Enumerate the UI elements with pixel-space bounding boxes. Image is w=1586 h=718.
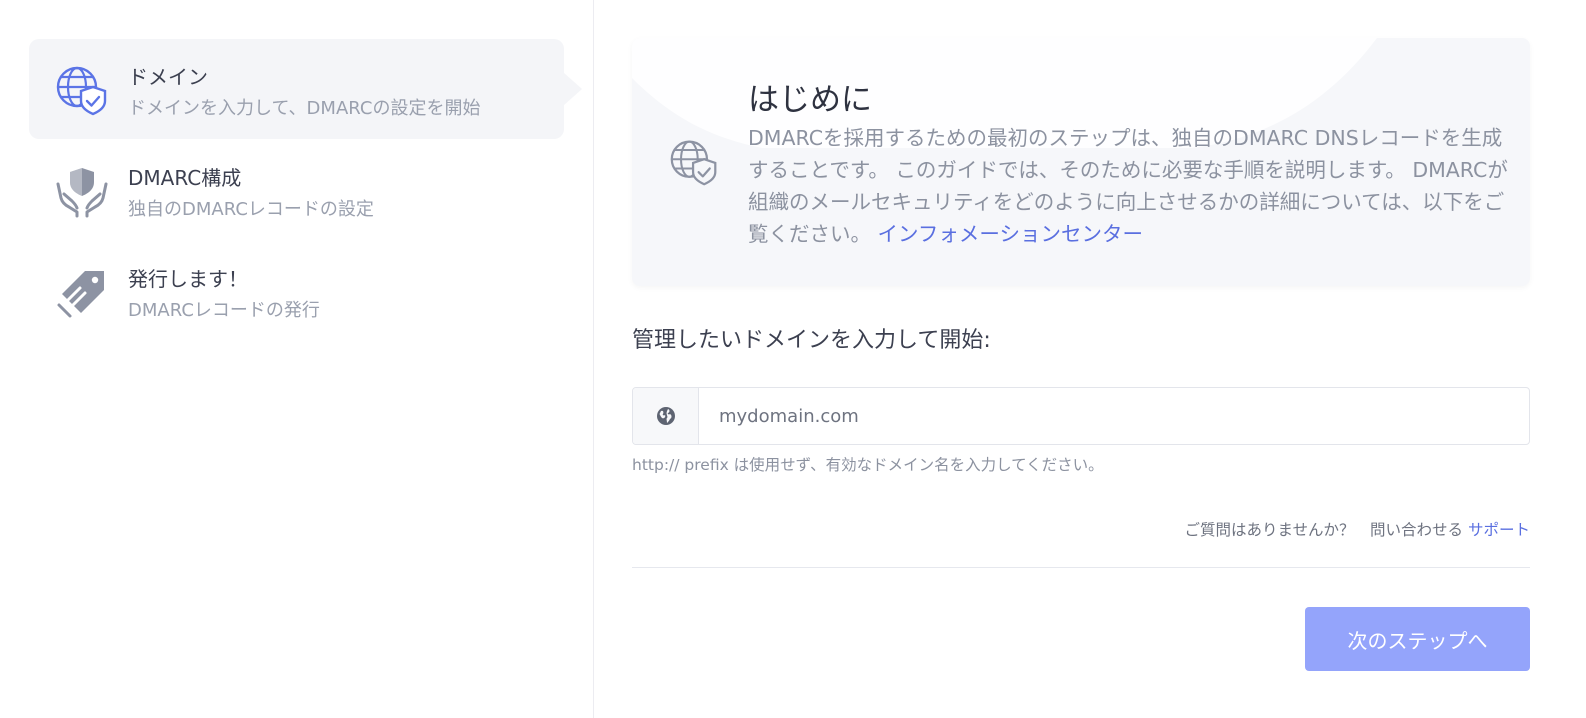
step-domain-subtitle: ドメインを入力して、DMARCの設定を開始 [128, 98, 481, 119]
hands-shield-icon [56, 168, 108, 218]
step-domain[interactable]: ドメイン ドメインを入力して、DMARCの設定を開始 [29, 39, 582, 139]
step-publish[interactable]: 発行します！ DMARCレコードの発行 [29, 241, 564, 341]
step-dmarc-config[interactable]: DMARC構成 独自のDMARCレコードの設定 [29, 140, 564, 240]
step-publish-title: 発行します！ [128, 267, 248, 291]
domain-input-addon [633, 388, 699, 444]
domain-input[interactable] [700, 388, 1529, 444]
wizard-sidebar: ドメイン ドメインを入力して、DMARCの設定を開始 DMARC構成 独自のDM… [0, 0, 594, 718]
support-question: ご質問はありませんか？ 問い合わせる サポート [1185, 518, 1530, 540]
step-dmarc-config-subtitle: 独自のDMARCレコードの設定 [128, 199, 374, 220]
tag-icon [57, 271, 104, 318]
support-link[interactable]: サポート [1468, 521, 1530, 539]
step-dmarc-config-title: DMARC構成 [128, 166, 242, 190]
support-question-text: ご質問はありませんか？ 問い合わせる [1184, 521, 1468, 539]
domain-prompt: 管理したいドメインを入力して開始: [632, 328, 991, 353]
intro-card: はじめに DMARCを採用するための最初のステップは、独自のDMARC DNSレ… [632, 38, 1530, 286]
globe-shield-icon [670, 140, 717, 186]
divider [632, 567, 1530, 568]
next-step-button[interactable]: 次のステップへ [1305, 607, 1530, 671]
intro-title: はじめに [748, 82, 872, 118]
globe-shield-icon [56, 66, 107, 116]
domain-input-group [632, 387, 1530, 445]
step-publish-subtitle: DMARCレコードの発行 [128, 300, 320, 321]
wizard-main: はじめに DMARCを採用するための最初のステップは、独自のDMARC DNSレ… [632, 0, 1530, 718]
globe-icon [657, 407, 675, 425]
intro-text: DMARCを採用するための最初のステップは、独自のDMARC DNSレコードを生… [748, 122, 1508, 250]
domain-help-text: http:// prefix は使用せず、有効なドメイン名を入力してください。 [632, 456, 1104, 474]
information-center-link[interactable]: インフォメーションセンター [878, 222, 1143, 246]
step-domain-title: ドメイン [128, 65, 208, 89]
